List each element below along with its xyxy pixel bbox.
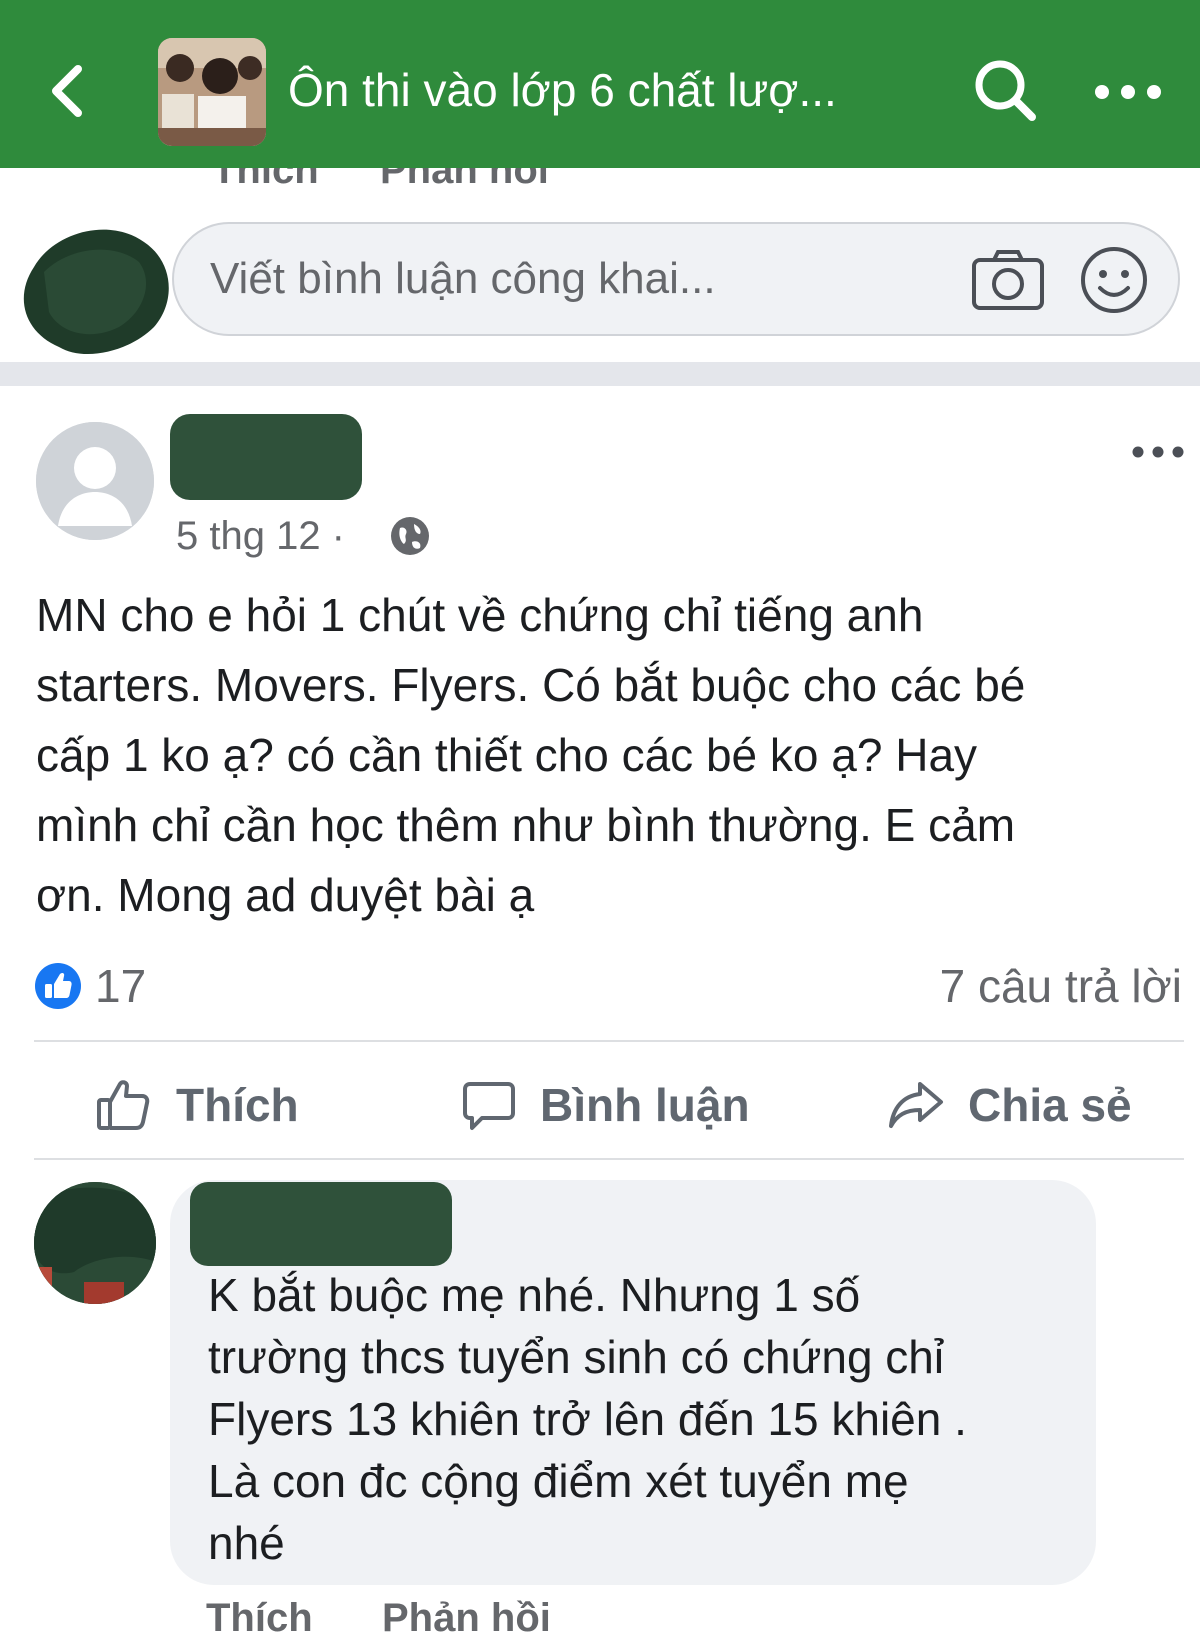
share-button[interactable]: Chia sẻ	[888, 1070, 1132, 1140]
camera-icon	[972, 250, 1044, 310]
redaction-mark	[170, 414, 362, 500]
reply-count-link[interactable]: 7 câu trả lời	[940, 956, 1182, 1016]
redacted-avatar-image	[23, 229, 169, 355]
post-more-button[interactable]	[1130, 440, 1186, 464]
comment-icon	[463, 1082, 515, 1130]
post-body-line: starters. Movers. Flyers. Có bắt buộc ch…	[36, 659, 1026, 711]
post-author-name-redacted[interactable]	[168, 410, 364, 506]
like-button-label: Thích	[176, 1079, 299, 1131]
commenter-name-redacted[interactable]	[190, 1180, 452, 1270]
more-icon	[1095, 85, 1161, 99]
post-body-line: MN cho e hỏi 1 chút về chứng chỉ tiếng a…	[36, 589, 924, 641]
back-button[interactable]	[40, 55, 100, 125]
comment-text-line: trường thcs tuyển sinh có chứng chỉ	[208, 1331, 945, 1383]
search-button[interactable]	[970, 55, 1042, 127]
like-badge-icon	[34, 962, 82, 1010]
camera-button[interactable]	[970, 244, 1046, 314]
comment-text-line: Là con đc cộng điểm xét tuyển mẹ	[208, 1455, 909, 1507]
comment-bubble: K bắt buộc mẹ nhé. Nhưng 1 số trường thc…	[170, 1180, 1096, 1585]
group-thumbnail[interactable]	[158, 38, 266, 146]
post-body: MN cho e hỏi 1 chút về chứng chỉ tiếng a…	[36, 580, 1186, 930]
group-title[interactable]: Ôn thi vào lớp 6 chất lượ...	[288, 58, 928, 122]
comment-button[interactable]: Bình luận	[462, 1070, 750, 1140]
comment-text-line: Flyers 13 khiên trở lên đến 15 khiên .	[208, 1393, 967, 1445]
group-photo-image	[158, 38, 266, 146]
comment-text: K bắt buộc mẹ nhé. Nhưng 1 số trường thc…	[208, 1264, 1078, 1574]
comment-like-link[interactable]: Thích	[206, 1596, 313, 1636]
comment-text-line: nhé	[208, 1517, 285, 1569]
post-body-line: ơn. Mong ad duyệt bài ạ	[36, 869, 535, 921]
redaction-mark	[190, 1182, 452, 1266]
like-button[interactable]: Thích	[96, 1070, 299, 1140]
post-body-line: cấp 1 ko ạ? có cần thiết cho các bé ko ạ…	[36, 729, 978, 781]
emoji-button[interactable]	[1078, 244, 1150, 316]
emoji-icon	[1081, 247, 1147, 313]
globe-icon	[388, 514, 432, 558]
more-options-button[interactable]	[1088, 62, 1168, 122]
back-arrow-icon	[52, 65, 82, 117]
app-header: Ôn thi vào lớp 6 chất lượ...	[0, 0, 1200, 168]
redacted-avatar-image	[34, 1182, 156, 1304]
commenter-avatar[interactable]	[34, 1182, 156, 1304]
default-profile-icon	[36, 422, 154, 540]
comment-button-label: Bình luận	[540, 1079, 750, 1131]
section-divider	[0, 362, 1200, 386]
search-icon	[975, 60, 1036, 121]
comment-text-line: K bắt buộc mẹ nhé. Nhưng 1 số	[208, 1269, 861, 1321]
post-timestamp[interactable]: 5 thg 12 ·	[176, 508, 345, 564]
comment-actions: Thích Phản hồi	[206, 1596, 706, 1636]
reaction-count[interactable]: 17	[95, 956, 146, 1016]
share-button-label: Chia sẻ	[968, 1079, 1132, 1131]
comment-reply-link[interactable]: Phản hồi	[382, 1596, 551, 1636]
comment-input[interactable]: Viết bình luận công khai...	[172, 222, 1180, 336]
divider	[34, 1040, 1184, 1042]
comment-placeholder: Viết bình luận công khai...	[210, 254, 716, 303]
divider	[34, 1158, 1184, 1160]
current-user-avatar	[14, 212, 174, 362]
more-icon	[1132, 446, 1184, 458]
post-body-line: mình chỉ cần học thêm như bình thường. E…	[36, 799, 1016, 851]
post-author-avatar[interactable]	[36, 422, 154, 540]
thumbs-up-icon	[97, 1080, 150, 1130]
share-icon	[889, 1082, 943, 1128]
